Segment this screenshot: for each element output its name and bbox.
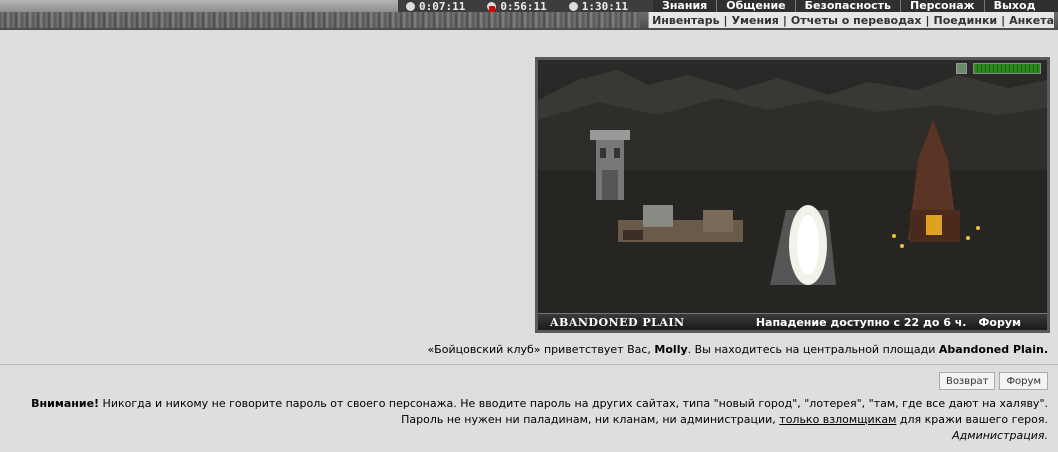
timer-3-value: 1:30:11 [581,0,629,13]
warning-text-1: Никогда и никому не говорите пароль от с… [99,397,1048,410]
player-name: Molly [654,343,688,356]
scene-forum-link[interactable]: Форум [978,316,1021,329]
submenu-skills[interactable]: Умения [732,14,779,27]
action-buttons: Возврат Форум [935,372,1048,390]
sub-menu: Инвентарь | Умения | Отчеты о переводах … [648,12,1054,28]
timers: 0:07:11 0:56:11 1:30:11 [398,0,653,13]
separator: | [782,13,787,27]
warning-title: Внимание! [31,397,100,410]
warning-signature: Администрация. [31,428,1048,444]
separator: | [925,13,930,27]
signature-text: Администрация. [952,429,1048,442]
timer-2-value: 0:56:11 [500,0,547,13]
submenu-inventory[interactable]: Инвентарь [652,14,719,27]
warning-line-1: Внимание! Никогда и никому не говорите п… [31,396,1048,412]
top-bar-cap [0,0,400,12]
top-bar: 0:07:11 0:56:11 1:30:11 Знания Общение Б… [0,0,1058,30]
warning-text-2a: Пароль не нужен ни паладинам, ни кланам,… [401,413,780,426]
clock-icon [568,1,578,11]
separator: | [723,13,728,27]
clock-icon [406,1,415,11]
watch-tower[interactable] [590,130,630,200]
scene-footer-right: Нападение доступно с 22 до 6 ч. Форум [756,316,1047,329]
main-menu: Знания Общение Безопасность Персонаж Вых… [653,0,1058,12]
menu-character[interactable]: Персонаж [901,0,985,12]
welcome-middle: . Вы находитесь на центральной площади [687,343,939,356]
welcome-prefix: «Бойцовский клуб» приветствует Вас, [427,343,655,356]
separator: | [1001,13,1006,27]
submenu-transfers[interactable]: Отчеты о переводах [791,14,922,27]
submenu-fights[interactable]: Поединки [934,14,998,27]
location-scene: ABANDONED PLAIN Нападение доступно с 22 … [535,57,1050,333]
scene-artwork [538,70,1047,314]
menu-security[interactable]: Безопасность [796,0,901,12]
back-button[interactable]: Возврат [938,372,996,390]
divider [0,364,1058,365]
top-bar-texture [0,12,640,28]
location-place: Abandoned Plain. [938,343,1048,356]
refresh-icon[interactable] [956,63,967,74]
timer-3: 1:30:11 [561,0,628,13]
hp-bar [973,63,1041,74]
warning-text-2b: для кражи вашего героя. [896,413,1048,426]
attack-info: Нападение доступно с 22 до 6 ч. [755,315,967,329]
timer-1-value: 0:07:11 [419,0,466,13]
security-warning: Внимание! Никогда и никому не говорите п… [31,396,1048,444]
menu-exit[interactable]: Выход [985,0,1045,12]
location-name: ABANDONED PLAIN [550,315,685,329]
warning-hackers-link[interactable]: только взломщикам [779,413,896,426]
red-clock-icon [487,1,497,12]
warning-line-2: Пароль не нужен ни паладинам, ни кланам,… [31,412,1048,428]
timer-1: 0:07:11 [398,0,465,13]
menu-communication[interactable]: Общение [717,0,796,12]
timer-2: 0:56:11 [479,0,547,13]
welcome-message: «Бойцовский клуб» приветствует Вас, Moll… [427,343,1048,356]
forum-button[interactable]: Форум [999,372,1048,390]
hp-fill [974,64,1040,73]
submenu-profile[interactable]: Анкета [1009,14,1054,27]
menu-knowledge[interactable]: Знания [653,0,718,12]
scene-footer: ABANDONED PLAIN Нападение доступно с 22 … [538,313,1047,330]
